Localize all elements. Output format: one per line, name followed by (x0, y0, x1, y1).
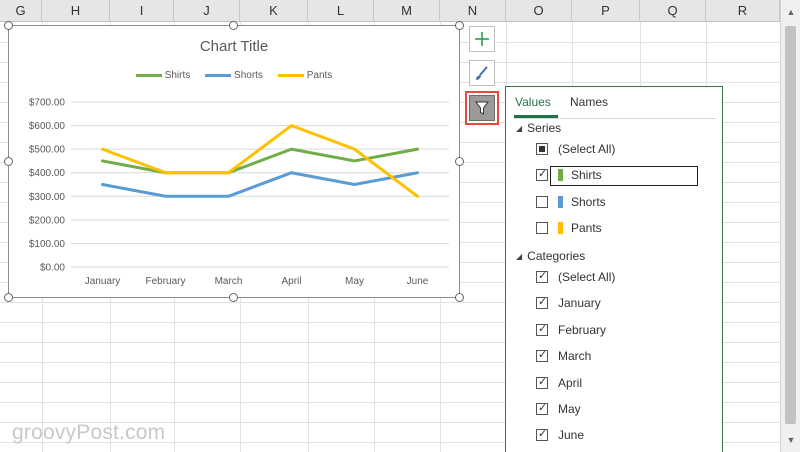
series-option-select-all[interactable]: (Select All) (536, 140, 615, 158)
checkbox-series-shorts[interactable] (536, 196, 548, 208)
vertical-scrollbar[interactable]: ▲ ▼ (780, 0, 800, 452)
brush-icon (476, 66, 488, 80)
category-option-label: March (558, 349, 592, 363)
category-option-label: (Select All) (558, 270, 616, 284)
series-color-swatch-shorts (558, 196, 563, 208)
column-header-l[interactable]: L (308, 0, 374, 22)
x-tick-label: February (145, 276, 185, 287)
y-tick-label: $0.00 (40, 263, 65, 274)
series-option-label: Pants (571, 221, 602, 235)
collapse-triangle-icon: ◢ (516, 252, 523, 261)
keyboard-focus-outline (550, 166, 698, 186)
resize-handle-top-right[interactable] (455, 21, 464, 30)
column-header-n[interactable]: N (440, 0, 506, 22)
y-tick-label: $500.00 (29, 145, 66, 156)
y-tick-label: $700.00 (29, 98, 66, 109)
checkbox-category-march[interactable] (536, 348, 548, 362)
column-header-k[interactable]: K (240, 0, 308, 22)
series-section-header[interactable]: ◢ Series (516, 121, 561, 135)
category-option-april[interactable]: April (536, 374, 582, 392)
line-chart[interactable]: Chart Title Shirts Shorts Pants $0.00 $10… (8, 25, 460, 298)
x-tick-label: January (85, 276, 121, 287)
x-tick-label: April (281, 276, 301, 287)
y-tick-label: $300.00 (29, 192, 66, 203)
category-option-january[interactable]: January (536, 294, 601, 312)
category-option-label: June (558, 428, 585, 442)
checkbox-series-select-all[interactable] (536, 143, 548, 155)
series-option-label: (Select All) (558, 142, 616, 156)
checkbox-category-april[interactable] (536, 375, 548, 389)
tab-divider (514, 118, 716, 119)
checkbox-category-june[interactable] (536, 427, 548, 441)
x-tick-label: March (215, 276, 243, 287)
scroll-down-arrow-icon[interactable]: ▼ (781, 432, 800, 448)
chart-styles-button[interactable] (469, 60, 495, 86)
tab-values[interactable]: Values (515, 95, 551, 109)
scroll-up-arrow-icon[interactable]: ▲ (781, 4, 800, 20)
plot-area: $0.00 $100.00 $200.00 $300.00 $400.00 $500.00… (29, 98, 449, 287)
resize-handle-bottom-left[interactable] (4, 293, 13, 302)
checkbox-series-pants[interactable] (536, 222, 548, 234)
resize-handle-top-left[interactable] (4, 21, 13, 30)
series-option-label: Shorts (571, 195, 606, 209)
category-option-label: May (558, 402, 581, 416)
chart-elements-button[interactable] (469, 26, 495, 52)
checkbox-series-shirts[interactable] (536, 167, 548, 181)
series-option-pants[interactable]: Pants (536, 219, 602, 237)
column-header-j[interactable]: J (174, 0, 240, 22)
column-header-g[interactable]: G (0, 0, 42, 22)
category-option-label: January (558, 296, 601, 310)
y-tick-label: $100.00 (29, 239, 66, 250)
series-color-swatch-pants (558, 222, 563, 234)
resize-handle-left[interactable] (4, 157, 13, 166)
resize-handle-right[interactable] (455, 157, 464, 166)
checkbox-category-may[interactable] (536, 401, 548, 415)
chart-filters-button-face (469, 95, 495, 121)
resize-handle-bottom-right[interactable] (455, 293, 464, 302)
plus-icon (475, 32, 489, 46)
x-tick-label: May (345, 276, 364, 287)
categories-section-header[interactable]: ◢ Categories (516, 249, 585, 263)
tab-names[interactable]: Names (570, 95, 608, 109)
series-line-shorts (101, 171, 419, 198)
column-header-row: G H I J K L M N O P Q R (0, 0, 780, 22)
resize-handle-top[interactable] (229, 21, 238, 30)
column-header-q[interactable]: Q (640, 0, 706, 22)
category-option-label: February (558, 323, 607, 337)
column-header-r[interactable]: R (706, 0, 780, 22)
x-tick-label: June (407, 276, 429, 287)
category-option-may[interactable]: May (536, 400, 581, 418)
category-option-june[interactable]: June (536, 426, 584, 444)
funnel-icon (475, 101, 489, 115)
series-option-shorts[interactable]: Shorts (536, 193, 606, 211)
column-header-h[interactable]: H (42, 0, 110, 22)
chart-filters-button[interactable] (465, 91, 499, 125)
y-tick-label: $600.00 (29, 121, 66, 132)
resize-handle-bottom[interactable] (229, 293, 238, 302)
category-option-select-all[interactable]: (Select All) (536, 268, 615, 286)
collapse-triangle-icon: ◢ (516, 124, 523, 133)
categories-section-label: Categories (527, 249, 586, 263)
y-tick-label: $400.00 (29, 168, 66, 179)
column-header-m[interactable]: M (374, 0, 440, 22)
checkbox-category-february[interactable] (536, 322, 548, 336)
checkbox-category-select-all[interactable] (536, 269, 548, 283)
y-tick-label: $200.00 (29, 215, 66, 226)
column-header-i[interactable]: I (110, 0, 174, 22)
series-section-label: Series (527, 121, 562, 135)
category-option-february[interactable]: February (536, 321, 606, 339)
checkbox-category-january[interactable] (536, 295, 548, 309)
chart-filter-panel: Values Names ◢Series (Select All) Shirts… (505, 86, 723, 452)
category-option-label: April (558, 376, 583, 390)
category-option-march[interactable]: March (536, 347, 591, 365)
scrollbar-thumb[interactable] (785, 26, 796, 424)
watermark: groovyPost.com (12, 421, 166, 444)
column-header-o[interactable]: O (506, 0, 572, 22)
column-header-p[interactable]: P (572, 0, 640, 22)
